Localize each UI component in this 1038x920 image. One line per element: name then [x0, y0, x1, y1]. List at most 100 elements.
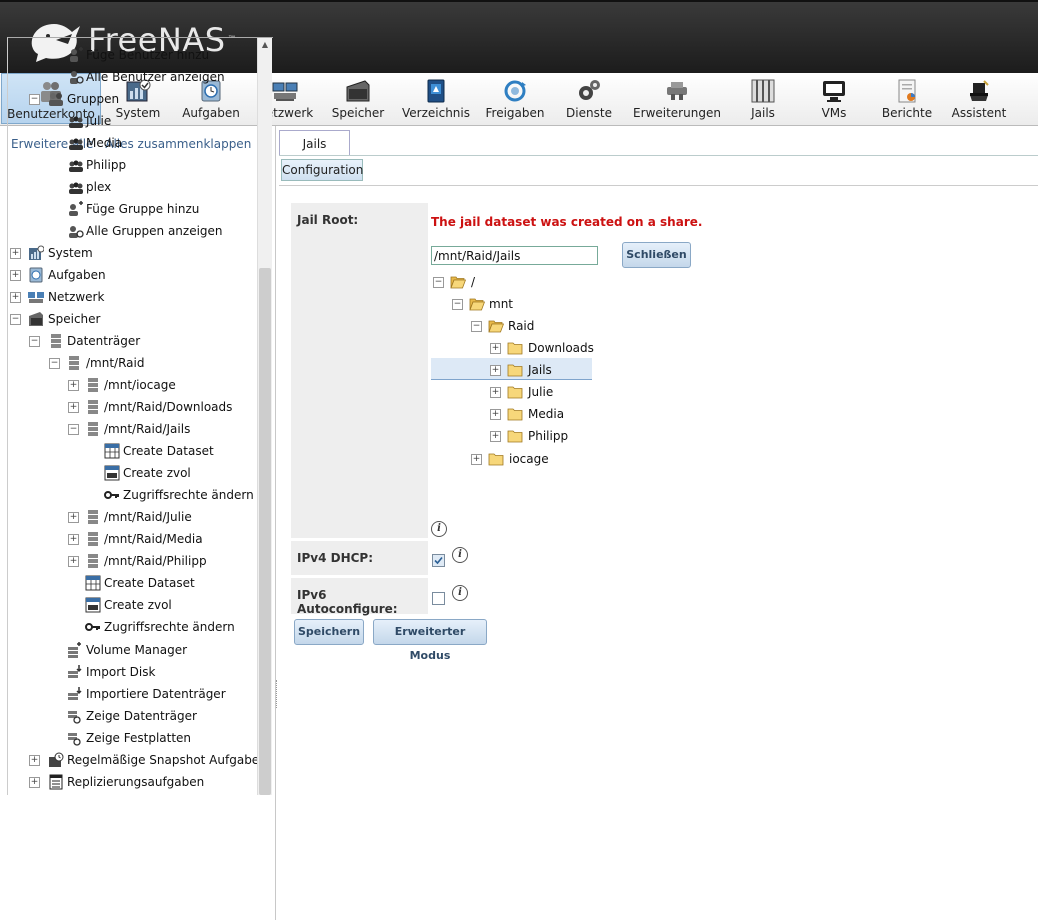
tree-item-replication-tasks[interactable]: + Replizierungsaufgaben — [8, 771, 258, 793]
expand-toggle[interactable]: + — [490, 409, 501, 420]
collapse-toggle[interactable]: − — [471, 321, 482, 332]
vms-icon — [823, 81, 845, 102]
tree-item-jails-permissions[interactable]: Zugriffsrechte ändern — [8, 484, 258, 506]
tree-item-raid-create-zvol[interactable]: Create zvol — [8, 594, 258, 616]
tree-item-mnt-raid-jails[interactable]: − /mnt/Raid/Jails — [8, 418, 258, 440]
file-tree-mnt[interactable]: − mnt — [452, 293, 592, 315]
expand-toggle[interactable]: + — [471, 454, 482, 465]
file-tree-iocage[interactable]: + iocage — [471, 448, 591, 470]
tree-item-storage[interactable]: − Speicher — [8, 308, 258, 330]
subtabs-divider — [279, 185, 1038, 186]
tree-item-groups[interactable]: − Gruppen — [8, 88, 258, 110]
file-tree-jails[interactable]: + Jails — [490, 359, 592, 381]
file-tree-downloads[interactable]: + Downloads — [490, 337, 594, 359]
expand-toggle[interactable]: + — [29, 777, 40, 788]
folder-icon — [507, 364, 523, 377]
ipv6-autoconfigure-checkbox[interactable] — [432, 592, 445, 605]
expand-toggle[interactable]: + — [10, 292, 21, 303]
tree-item-view-volumes[interactable]: Zeige Datenträger — [8, 705, 258, 727]
collapse-toggle[interactable]: − — [10, 314, 21, 325]
toolbar-assistent[interactable]: Assistent — [946, 73, 1012, 124]
collapse-toggle[interactable]: − — [29, 336, 40, 347]
tree-item-add-group[interactable]: Füge Gruppe hinzu — [8, 198, 258, 220]
tree-item-jails-create-zvol[interactable]: Create zvol — [8, 462, 258, 484]
toolbar-jails[interactable]: Jails — [738, 73, 788, 124]
toolbar-freigaben[interactable]: Freigaben — [481, 73, 549, 124]
toolbar-erweiterungen[interactable]: Erweiterungen — [632, 73, 722, 124]
info-icon[interactable]: i — [452, 547, 468, 563]
file-tree-julie[interactable]: + Julie — [490, 381, 592, 403]
expand-toggle[interactable]: + — [490, 387, 501, 398]
tab-configuration[interactable]: Configuration — [281, 159, 363, 181]
tree-item-raid-permissions[interactable]: Zugriffsrechte ändern — [8, 616, 258, 638]
collapse-toggle[interactable]: − — [433, 277, 444, 288]
expand-toggle[interactable]: + — [490, 365, 501, 376]
tree-item-mnt-raid[interactable]: − /mnt/Raid — [8, 352, 258, 374]
folder-open-icon — [469, 298, 485, 311]
expand-toggle[interactable]: + — [68, 402, 79, 413]
tree-item-group-julie[interactable]: Julie — [8, 110, 258, 132]
tree-item-volume-manager[interactable]: Volume Manager — [8, 639, 258, 661]
ipv4-dhcp-label: IPv4 DHCP: — [291, 541, 428, 575]
collapse-toggle[interactable]: − — [452, 299, 463, 310]
toolbar-verzeichnis[interactable]: Verzeichnis — [398, 73, 474, 124]
tree-item-group-philipp[interactable]: Philipp — [8, 154, 258, 176]
volume-icon — [88, 422, 98, 436]
info-icon[interactable]: i — [431, 521, 447, 537]
ipv4-dhcp-checkbox[interactable] — [432, 554, 445, 567]
file-tree-media[interactable]: + Media — [490, 403, 592, 425]
tab-jails[interactable]: Jails — [279, 130, 350, 156]
toolbar-speicher[interactable]: Speicher — [327, 73, 389, 124]
save-button[interactable]: Speichern — [294, 619, 364, 645]
file-tree-raid[interactable]: − Raid — [471, 315, 591, 337]
tree-item-raid-create-dataset[interactable]: Create Dataset — [8, 572, 258, 594]
expand-toggle[interactable]: + — [68, 512, 79, 523]
tree-item-group-plex[interactable]: plex — [8, 176, 258, 198]
tree-scrollbar[interactable]: ▲ — [257, 38, 272, 795]
tree-item-snapshot-tasks[interactable]: + Regelmäßige Snapshot Aufgaben — [8, 749, 267, 771]
expand-toggle[interactable]: + — [68, 380, 79, 391]
jail-root-path-input[interactable] — [431, 246, 598, 265]
tree-item-jails-create-dataset[interactable]: Create Dataset — [8, 440, 258, 462]
tree-item-network[interactable]: + Netzwerk — [8, 286, 258, 308]
scroll-up-arrow-icon[interactable]: ▲ — [258, 38, 272, 52]
tree-item-mnt-raid-julie[interactable]: + /mnt/Raid/Julie — [8, 506, 258, 528]
toolbar-dienste[interactable]: Dienste — [560, 73, 618, 124]
expand-toggle[interactable]: + — [490, 343, 501, 354]
collapse-toggle[interactable]: − — [29, 94, 40, 105]
tree-item-import-disk[interactable]: Import Disk — [8, 661, 258, 683]
expand-toggle[interactable]: + — [29, 755, 40, 766]
panel-splitter[interactable] — [276, 680, 279, 708]
scroll-thumb[interactable] — [259, 268, 271, 795]
tree-item-view-groups[interactable]: Alle Gruppen anzeigen — [8, 220, 258, 242]
tree-item-mnt-raid-media[interactable]: + /mnt/Raid/Media — [8, 528, 258, 550]
tree-item-view-users[interactable]: Alle Benutzer anzeigen — [8, 66, 258, 88]
expand-toggle[interactable]: + — [10, 270, 21, 281]
expand-toggle[interactable]: + — [68, 556, 79, 567]
toolbar-berichte[interactable]: Berichte — [878, 73, 936, 124]
tree-item-view-disks[interactable]: Zeige Festplatten — [8, 727, 258, 749]
tree-item-group-media[interactable]: Media — [8, 132, 258, 154]
close-button[interactable]: Schließen — [622, 242, 691, 268]
info-icon[interactable]: i — [452, 585, 468, 601]
collapse-toggle[interactable]: − — [68, 424, 79, 435]
advanced-mode-button[interactable]: Erweiterter Modus — [373, 619, 487, 662]
expand-toggle[interactable]: + — [10, 248, 21, 259]
tree-item-system[interactable]: + System — [8, 242, 258, 264]
tree-item-volumes[interactable]: − Datenträger — [8, 330, 258, 352]
directory-icon — [427, 79, 445, 103]
tree-item-tasks[interactable]: + Aufgaben — [8, 264, 258, 286]
tree-item-add-user[interactable]: Füge Benutzer hinzu — [8, 44, 258, 66]
tree-item-mnt-iocage[interactable]: + /mnt/iocage — [8, 374, 258, 396]
expand-toggle[interactable]: + — [490, 431, 501, 442]
toolbar-vms[interactable]: VMs — [808, 73, 860, 124]
volume-icon — [88, 378, 98, 392]
file-tree-philipp[interactable]: + Philipp — [490, 425, 592, 447]
tree-item-mnt-raid-philipp[interactable]: + /mnt/Raid/Philipp — [8, 550, 258, 572]
file-tree-root[interactable]: − / — [433, 271, 593, 293]
tree-item-mnt-raid-downloads[interactable]: + /mnt/Raid/Downloads — [8, 396, 258, 418]
collapse-toggle[interactable]: − — [49, 358, 60, 369]
tree-item-import-volume[interactable]: Importiere Datenträger — [8, 683, 258, 705]
volume-manager-icon — [68, 642, 81, 658]
expand-toggle[interactable]: + — [68, 534, 79, 545]
